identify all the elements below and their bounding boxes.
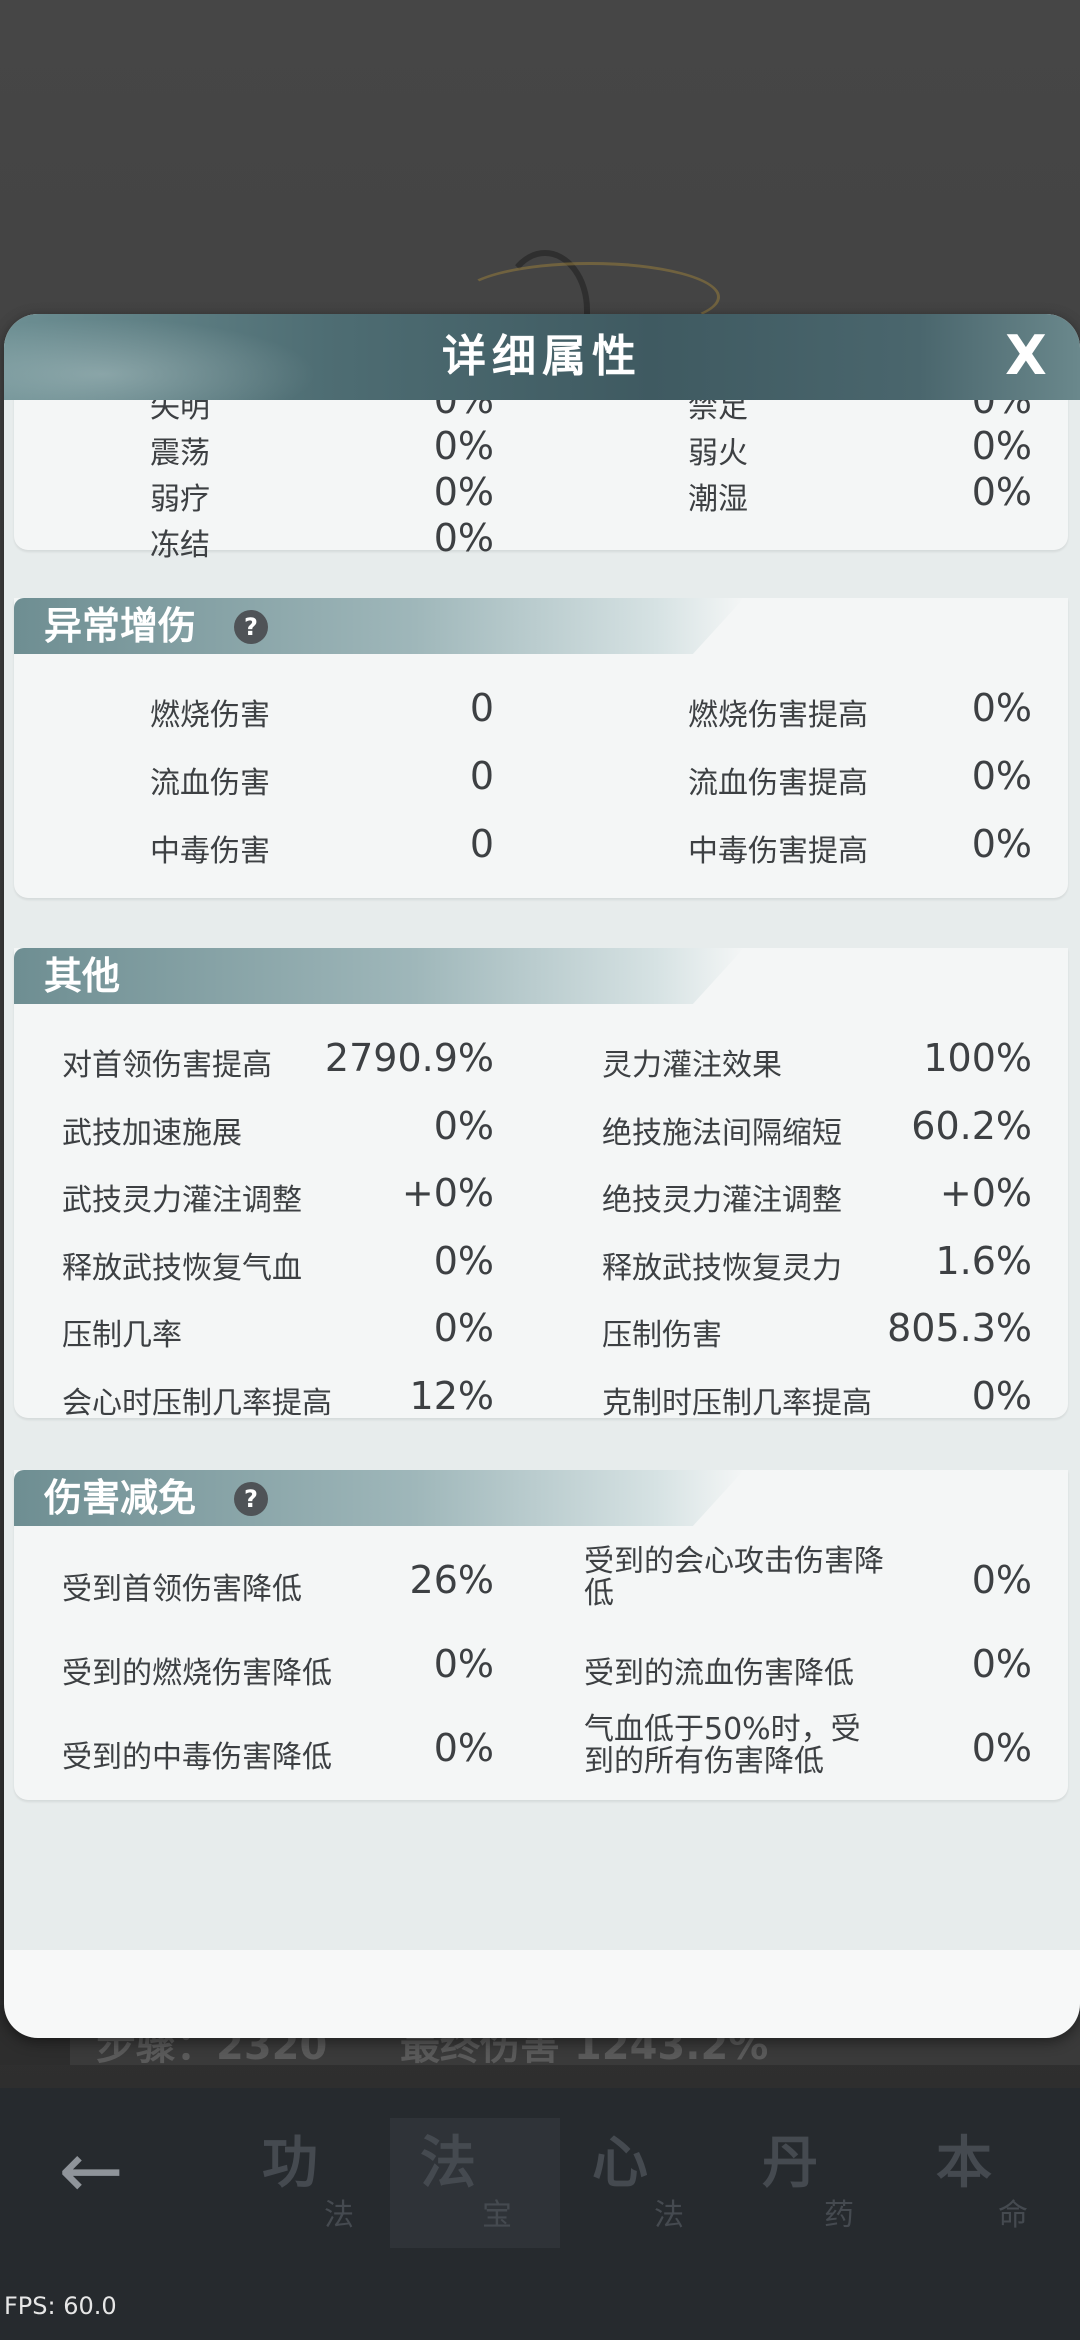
section-title: 异常增伤: [44, 604, 197, 648]
attr-label: 受到的中毒伤害降低: [62, 1740, 332, 1775]
attr-label: 流血伤害: [150, 766, 270, 801]
tab-xinfa-sub: 法: [654, 2198, 684, 2233]
attr-value: 0: [469, 686, 494, 730]
attr-value: 0%: [971, 1642, 1032, 1686]
tab-xinfa[interactable]: 心 法: [562, 2118, 732, 2248]
attr-value: 0: [469, 754, 494, 798]
dialog-title: 详细属性: [442, 331, 642, 382]
attr-value: 0%: [971, 1558, 1032, 1602]
attr-value: 0%: [971, 754, 1032, 798]
bottom-nav: ← 功 法 法 宝 心 法 丹 药 本 命: [0, 2088, 1080, 2340]
attr-label: 武技加速施展: [62, 1116, 242, 1151]
section-title: 伤害减免: [44, 1476, 197, 1520]
attr-value: 12%: [409, 1374, 494, 1418]
tab-danyao[interactable]: 丹 药: [732, 2118, 902, 2248]
attr-label: 武技灵力灌注调整: [62, 1183, 302, 1218]
attr-label: 受到首领伤害降低: [62, 1572, 302, 1607]
attr-label: 燃烧伤害: [150, 698, 270, 733]
arrow-left-icon[interactable]: ←: [48, 2128, 134, 2214]
attr-label: 气血低于50%时，受到的所有伤害降低: [584, 1712, 861, 1779]
attr-value: +0%: [939, 1171, 1032, 1215]
tab-danyao-char: 丹: [762, 2131, 818, 2196]
detail-attributes-dialog: 详细属性 X 失明 0% 禁足 0% 震荡 0% 弱火 0% 弱疗 0% 潮湿 …: [4, 314, 1080, 2038]
attr-value: 0%: [971, 822, 1032, 866]
attr-label: 对首领伤害提高: [62, 1048, 272, 1083]
dialog-header: 详细属性 X: [4, 314, 1080, 400]
attr-label: 会心时压制几率提高: [62, 1386, 332, 1421]
attr-value: 0%: [971, 686, 1032, 730]
attr-label: 中毒伤害提高: [688, 834, 868, 869]
tab-fabao[interactable]: 法 宝: [390, 2118, 560, 2248]
tab-gongfa-sub: 法: [324, 2198, 354, 2233]
attr-label: 释放武技恢复灵力: [602, 1251, 842, 1286]
attr-value: 0%: [971, 1726, 1032, 1770]
section-fade: [14, 400, 1068, 570]
attr-value: 2790.9%: [324, 1036, 494, 1080]
attr-label: 克制时压制几率提高: [602, 1386, 872, 1421]
tab-gongfa[interactable]: 功 法: [232, 2118, 402, 2248]
help-icon[interactable]: ?: [234, 1482, 268, 1516]
section-header: [14, 948, 744, 1004]
attr-value: 805.3%: [887, 1306, 1032, 1350]
attr-label: 受到的会心攻击伤害降低: [584, 1544, 884, 1611]
attr-label: 灵力灌注效果: [602, 1048, 782, 1083]
attr-label: 中毒伤害: [150, 834, 270, 869]
attributes-scroll-area[interactable]: 失明 0% 禁足 0% 震荡 0% 弱火 0% 弱疗 0% 潮湿 0% 冻结 0…: [4, 400, 1080, 1950]
attr-value: +0%: [401, 1171, 494, 1215]
attr-value: 0%: [433, 1104, 494, 1148]
attr-value: 0%: [433, 1726, 494, 1770]
close-icon[interactable]: X: [994, 324, 1058, 388]
help-icon[interactable]: ?: [234, 610, 268, 644]
tab-gongfa-char: 功: [262, 2131, 318, 2196]
tab-benming-char: 本: [936, 2131, 992, 2196]
attr-label: 压制伤害: [602, 1318, 722, 1353]
tab-fabao-sub: 宝: [482, 2198, 512, 2233]
tab-benming-sub: 命: [998, 2198, 1028, 2233]
attr-label: 流血伤害提高: [688, 766, 868, 801]
attr-value: 0%: [433, 1239, 494, 1283]
section-damage-reduction: 伤害减免 ? 受到首领伤害降低 26% 受到的会心攻击伤害降低 0% 受到的燃烧…: [14, 1470, 1068, 1800]
attr-label: 压制几率: [62, 1318, 182, 1353]
attr-value: 0%: [433, 1306, 494, 1350]
tab-benming[interactable]: 本 命: [906, 2118, 1076, 2248]
section-title: 其他: [44, 954, 121, 998]
attr-value: 0%: [433, 1642, 494, 1686]
tab-fabao-char: 法: [420, 2131, 476, 2196]
attr-value: 60.2%: [911, 1104, 1032, 1148]
section-other: 其他 对首领伤害提高 2790.9% 灵力灌注效果 100% 武技加速施展 0%…: [14, 948, 1068, 1421]
tab-xinfa-char: 心: [592, 2131, 648, 2196]
attr-label: 受到的流血伤害降低: [584, 1656, 854, 1691]
attr-label: 绝技施法间隔缩短: [602, 1116, 842, 1151]
attr-value: 1.6%: [935, 1239, 1032, 1283]
attr-value: 100%: [923, 1036, 1032, 1080]
fps-counter: FPS: 60.0: [4, 2292, 117, 2320]
section-abnormal-damage: 异常增伤 ? 燃烧伤害 0 燃烧伤害提高 0% 流血伤害 0 流血伤害提高 0%…: [14, 598, 1068, 898]
attr-label: 受到的燃烧伤害降低: [62, 1656, 332, 1691]
attr-value: 0: [469, 822, 494, 866]
tab-danyao-sub: 药: [824, 2198, 854, 2233]
attr-label: 释放武技恢复气血: [62, 1251, 302, 1286]
attr-label: 绝技灵力灌注调整: [602, 1183, 842, 1218]
attr-value: 26%: [409, 1558, 494, 1602]
attr-value: 0%: [971, 1374, 1032, 1418]
attr-label: 燃烧伤害提高: [688, 698, 868, 733]
